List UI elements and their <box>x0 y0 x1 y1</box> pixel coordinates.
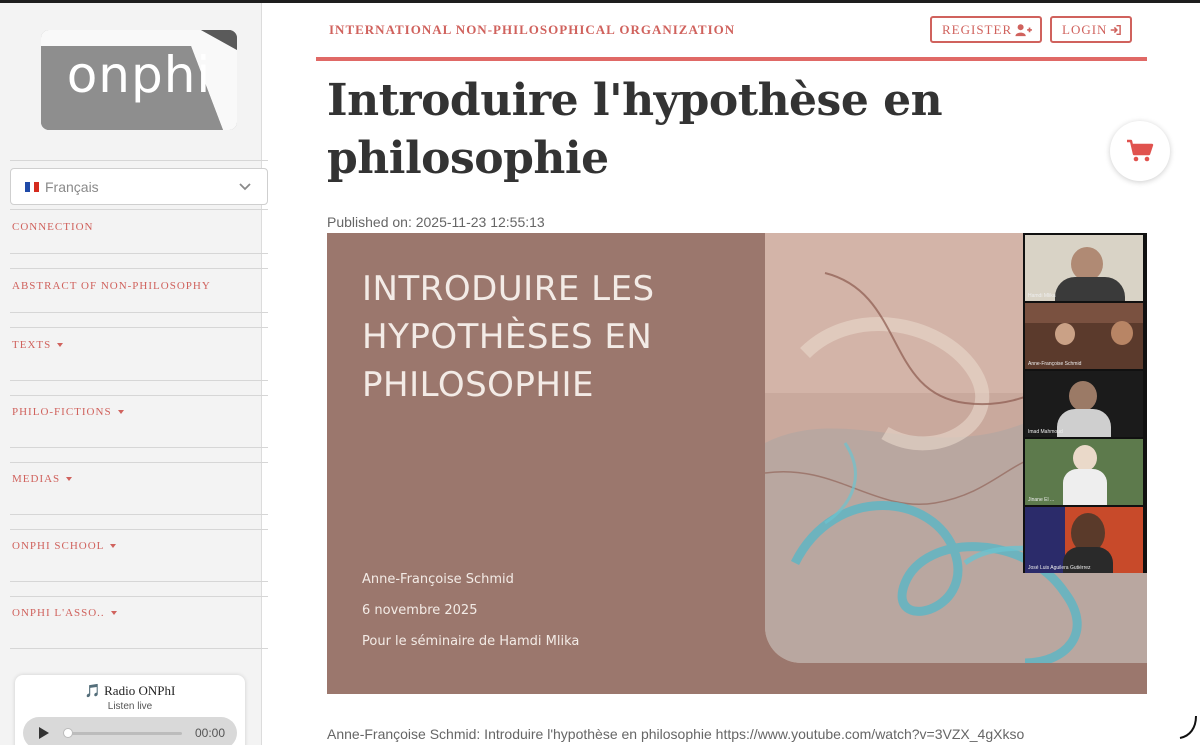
divider <box>10 160 268 161</box>
nav-onphi-asso[interactable]: ONPHI L'ASSO.. <box>0 607 258 619</box>
divider <box>10 447 268 448</box>
slide-title: INTRODUIRE LES HYPOTHÈSES EN PHILOSOPHIE <box>362 269 655 405</box>
register-button[interactable]: REGISTER <box>930 16 1042 43</box>
participant-name: Anne-Françoise Schmid <box>1028 361 1082 367</box>
participant-name: José Luis Aguilera Gutiérrez <box>1028 565 1091 571</box>
audio-progress-knob[interactable] <box>63 728 73 738</box>
slide-date: 6 novembre 2025 <box>362 603 478 618</box>
participant-tile: Imad Mahmoud <box>1025 371 1143 437</box>
play-icon[interactable] <box>39 727 49 739</box>
divider <box>10 514 268 515</box>
organization-name[interactable]: INTERNATIONAL NON-PHILOSOPHICAL ORGANIZA… <box>329 22 735 38</box>
divider <box>10 380 268 381</box>
nav-label: ONPHI L'ASSO.. <box>12 607 105 619</box>
nav-label: CONNECTION <box>12 221 94 233</box>
onphi-logo[interactable]: onphi <box>41 30 237 130</box>
chevron-down-icon <box>239 183 251 191</box>
video-player[interactable]: INTRODUIRE LES HYPOTHÈSES EN PHILOSOPHIE… <box>327 233 1147 694</box>
language-label: Français <box>45 178 99 195</box>
caret-down-icon <box>117 410 124 415</box>
caret-down-icon <box>66 477 73 482</box>
nav-label: ABSTRACT OF NON-PHILOSOPHY <box>12 280 211 292</box>
header-rule <box>316 57 1147 61</box>
sidebar: onphi Français CONNECTION ABSTRACT OF NO… <box>0 3 268 745</box>
nav-onphi-school[interactable]: ONPHI SCHOOL <box>0 540 258 552</box>
sign-in-icon <box>1111 24 1122 35</box>
user-plus-icon <box>1015 23 1032 36</box>
login-button[interactable]: LOGIN <box>1050 16 1132 43</box>
france-flag-icon <box>25 181 40 192</box>
audio-progress-track[interactable] <box>67 732 182 735</box>
nav-texts[interactable]: TEXTS <box>0 339 258 351</box>
resize-handle-icon[interactable] <box>1176 712 1200 742</box>
article-title: Introduire l'hypothèse en philosophie <box>327 75 943 184</box>
participant-tile: Jinane El ... <box>1025 439 1143 505</box>
divider <box>10 312 268 313</box>
audio-time: 00:00 <box>195 726 226 740</box>
login-label: LOGIN <box>1062 21 1108 37</box>
divider <box>10 581 268 582</box>
nav-abstract[interactable]: ABSTRACT OF NON-PHILOSOPHY <box>0 280 258 292</box>
divider <box>10 327 268 328</box>
published-date: Published on: 2025-11-23 12:55:13 <box>327 214 545 230</box>
radio-widget: 🎵 Radio ONPhI Listen live 00:00 <box>15 675 245 745</box>
slide-context: Pour le séminaire de Hamdi Mlika <box>362 634 580 649</box>
divider <box>10 253 268 254</box>
caret-down-icon <box>57 343 64 348</box>
language-select[interactable]: Français <box>10 168 268 205</box>
participant-tile: José Luis Aguilera Gutiérrez <box>1025 507 1143 573</box>
participant-tile: Hamdi Mlika <box>1025 235 1143 301</box>
nav-label: TEXTS <box>12 339 52 351</box>
audio-player: 00:00 <box>23 717 237 745</box>
divider <box>10 209 268 210</box>
participant-name: Imad Mahmoud <box>1028 429 1063 435</box>
nav-philo-fictions[interactable]: PHILO-FICTIONS <box>0 406 258 418</box>
participant-name: Jinane El ... <box>1028 497 1055 503</box>
nav-connection[interactable]: CONNECTION <box>0 221 258 233</box>
divider <box>10 268 268 269</box>
slide-author: Anne-Françoise Schmid <box>362 572 514 587</box>
nav-medias[interactable]: MEDIAS <box>0 473 258 485</box>
radio-title: 🎵 Radio ONPhI <box>84 683 176 698</box>
nav-label: ONPHI SCHOOL <box>12 540 105 552</box>
caret-down-icon <box>110 544 117 549</box>
caret-down-icon <box>110 611 117 616</box>
cart-icon <box>1127 139 1154 162</box>
divider <box>10 596 268 597</box>
radio-subtitle: Listen live <box>107 701 153 712</box>
video-caption[interactable]: Anne-Françoise Schmid: Introduire l'hypo… <box>327 726 1024 742</box>
cart-button[interactable] <box>1110 121 1170 181</box>
register-label: REGISTER <box>942 21 1013 37</box>
divider <box>10 395 268 396</box>
nav-label: MEDIAS <box>12 473 61 485</box>
logo-text: onphi <box>66 46 212 104</box>
nav-label: PHILO-FICTIONS <box>12 406 112 418</box>
participant-tile: Anne-Françoise Schmid <box>1025 303 1143 369</box>
divider <box>10 462 268 463</box>
participant-panel: Hamdi Mlika Anne-Françoise Schmid Imad M… <box>1023 233 1147 573</box>
divider <box>10 648 268 649</box>
participant-name: Hamdi Mlika <box>1028 293 1056 299</box>
divider <box>10 529 268 530</box>
